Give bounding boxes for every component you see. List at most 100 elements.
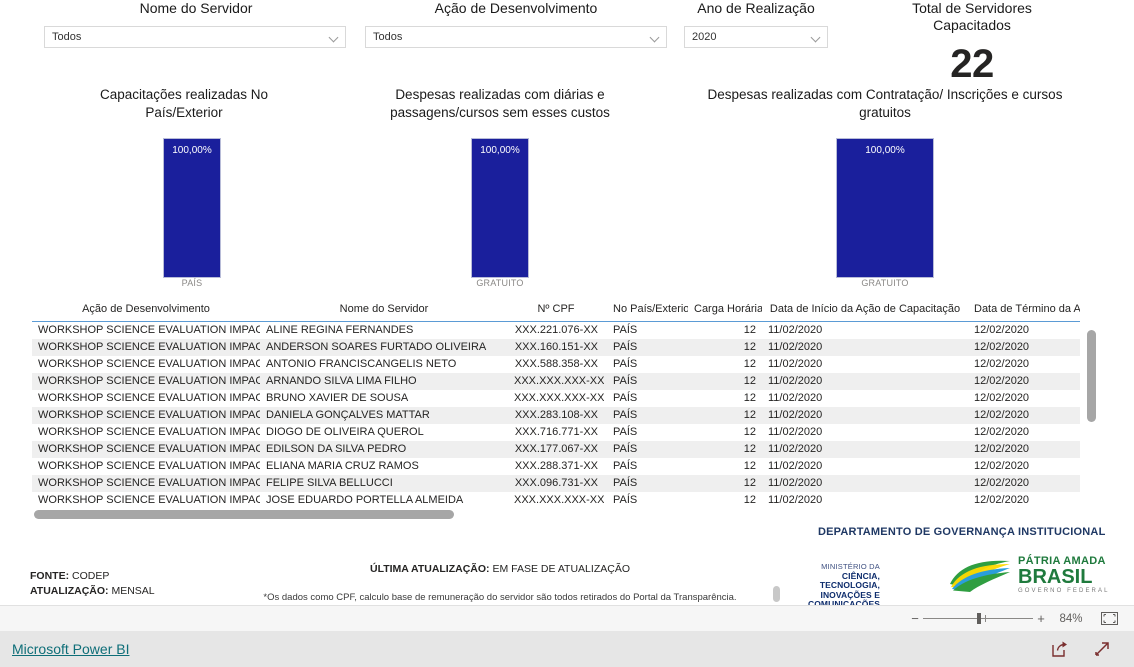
cell-data-termino: 12/02/2020 xyxy=(974,443,1030,455)
cell-data-termino: 12/02/2020 xyxy=(974,358,1030,370)
cell-acao-desenvolvimento: WORKSHOP SCIENCE EVALUATION IMPACT xyxy=(38,375,260,387)
cell-data-termino: 12/02/2020 xyxy=(974,375,1030,387)
cell-no-pais-exterior: PAÍS xyxy=(613,409,638,421)
cell-data-inicio: 11/02/2020 xyxy=(768,358,823,370)
cell-no-pais-exterior: PAÍS xyxy=(613,392,638,404)
zoom-out-button[interactable]: − xyxy=(907,611,923,626)
col-header-nome-servidor[interactable]: Nome do Servidor xyxy=(260,300,508,322)
cell-carga-horaria: 12 xyxy=(743,341,756,353)
slicer-nome-servidor[interactable]: Todos xyxy=(44,26,346,48)
chart-title: Despesas realizadas com Contratação/ Ins… xyxy=(686,86,1084,122)
share-icon[interactable] xyxy=(1050,639,1070,659)
footer-ultima-value: EM FASE DE ATUALIZAÇÃO xyxy=(492,563,630,575)
cell-nome-servidor: DIOGO DE OLIVEIRA QUEROL xyxy=(266,426,424,438)
cell-cpf: XXX.177.067-XX xyxy=(514,443,598,455)
table-vertical-scrollbar[interactable] xyxy=(1087,330,1096,422)
table-row[interactable]: WORKSHOP SCIENCE EVALUATION IMPACT ANTONI… xyxy=(32,356,1080,373)
kpi-value-total-servidores: 22 xyxy=(950,42,994,86)
fit-to-page-icon[interactable] xyxy=(1101,612,1118,625)
category-label-gratuito: GRATUITO xyxy=(476,278,524,288)
col-header-no-pais-exterior[interactable]: No País/Exterior xyxy=(604,300,688,322)
brazil-flag-svg xyxy=(948,556,1014,594)
col-header-carga-horaria[interactable]: Carga Horária xyxy=(688,300,762,322)
cell-acao-desenvolvimento: WORKSHOP SCIENCE EVALUATION IMPACT xyxy=(38,426,260,438)
table-row[interactable]: WORKSHOP SCIENCE EVALUATION IMPACT DIOGO … xyxy=(32,424,1080,441)
footer-atualizacao-label: ATUALIZAÇÃO: xyxy=(30,585,109,597)
cell-data-inicio: 11/02/2020 xyxy=(768,409,823,421)
kpi-title-line1: Total de Servidores xyxy=(912,0,1032,16)
microsoft-power-bi-link[interactable]: Microsoft Power BI xyxy=(12,641,129,657)
cell-nome-servidor: ARNANDO SILVA LIMA FILHO xyxy=(266,375,417,387)
table-row[interactable]: WORKSHOP SCIENCE EVALUATION IMPACT ANDERS… xyxy=(32,339,1080,356)
cell-carga-horaria: 12 xyxy=(743,375,756,387)
cell-acao-desenvolvimento: WORKSHOP SCIENCE EVALUATION IMPACT xyxy=(38,341,260,353)
cell-no-pais-exterior: PAÍS xyxy=(613,426,638,438)
bottom-bar-actions xyxy=(1050,639,1112,659)
bar-gratuito[interactable]: 100,00% xyxy=(471,138,529,278)
table-row[interactable]: WORKSHOP SCIENCE EVALUATION IMPACT EDILSO… xyxy=(32,441,1080,458)
slicer-acao-desenvolvimento[interactable]: Todos xyxy=(365,26,667,48)
fullscreen-icon[interactable] xyxy=(1092,639,1112,659)
cell-cpf: XXX.096.731-XX xyxy=(514,477,598,489)
table-row[interactable]: WORKSHOP SCIENCE EVALUATION IMPACT FELIPE… xyxy=(32,475,1080,492)
chart-capacitacoes-pais-exterior[interactable]: Capacitações realizadas No País/Exterior… xyxy=(55,86,313,288)
table-horizontal-scrollbar[interactable] xyxy=(34,510,454,519)
cell-nome-servidor: ALINE REGINA FERNANDES xyxy=(266,324,414,336)
cell-data-inicio: 11/02/2020 xyxy=(768,460,823,472)
table-header-row: Ação de Desenvolvimento Nome do Servidor… xyxy=(32,300,1080,322)
capacitacoes-table-visual[interactable]: Ação de Desenvolvimento Nome do Servidor… xyxy=(32,300,1098,522)
bar-pais[interactable]: 100,00% xyxy=(163,138,221,278)
cell-nome-servidor: BRUNO XAVIER DE SOUSA xyxy=(266,392,409,404)
cell-nome-servidor: EDILSON DA SILVA PEDRO xyxy=(266,443,407,455)
bar-gratuito[interactable]: 100,00% xyxy=(836,138,934,278)
chart-title: Despesas realizadas com diárias e passag… xyxy=(365,86,635,122)
col-header-cpf[interactable]: Nº CPF xyxy=(508,300,604,322)
cell-carga-horaria: 12 xyxy=(743,443,756,455)
kpi-title: Total de Servidores Capacitados xyxy=(880,0,1064,34)
zoom-slider-thumb[interactable] xyxy=(976,613,981,624)
table-row[interactable]: WORKSHOP SCIENCE EVALUATION IMPACT BRUNO … xyxy=(32,390,1080,407)
cell-nome-servidor: ELIANA MARIA CRUZ RAMOS xyxy=(266,460,419,472)
cell-data-termino: 12/02/2020 xyxy=(974,392,1030,404)
cell-acao-desenvolvimento: WORKSHOP SCIENCE EVALUATION IMPACT xyxy=(38,443,260,455)
plot-area: 100,00% GRATUITO xyxy=(686,130,1084,288)
cell-carga-horaria: 12 xyxy=(743,392,756,404)
cell-no-pais-exterior: PAÍS xyxy=(613,477,638,489)
chart-title-line1: Despesas realizadas com diárias e xyxy=(395,87,605,102)
table-row[interactable]: WORKSHOP SCIENCE EVALUATION IMPACT DANIEL… xyxy=(32,407,1080,424)
zoom-slider[interactable] xyxy=(923,613,1033,624)
chart-title-line2: gratuitos xyxy=(859,105,911,120)
chart-title-line2: País/Exterior xyxy=(145,105,223,120)
cell-data-inicio: 11/02/2020 xyxy=(768,443,823,455)
zoom-in-button[interactable]: + xyxy=(1033,611,1049,626)
footer-text-scrollbar[interactable] xyxy=(773,586,780,602)
cell-nome-servidor: FELIPE SILVA BELLUCCI xyxy=(266,477,393,489)
cell-carga-horaria: 12 xyxy=(743,409,756,421)
cell-no-pais-exterior: PAÍS xyxy=(613,494,638,506)
cell-data-inicio: 11/02/2020 xyxy=(768,494,823,506)
footer-atualizacao: ATUALIZAÇÃO: MENSAL xyxy=(30,585,155,597)
cell-data-termino: 12/02/2020 xyxy=(974,324,1030,336)
cell-cpf: XXX.588.358-XX xyxy=(514,358,598,370)
table-row[interactable]: WORKSHOP SCIENCE EVALUATION IMPACT ELIANA… xyxy=(32,458,1080,475)
category-label-pais: PAÍS xyxy=(181,278,203,288)
table-row[interactable]: WORKSHOP SCIENCE EVALUATION IMPACT JOSE E… xyxy=(32,492,1080,509)
footer-fonte-label: FONTE: xyxy=(30,570,70,582)
chart-title-line2: passagens/cursos sem esses custos xyxy=(390,105,610,120)
slicer-ano-realizacao[interactable]: 2020 xyxy=(684,26,828,48)
brasil-government-logo: PÁTRIA AMADA BRASIL GOVERNO FEDERAL xyxy=(948,556,1110,594)
cell-data-inicio: 11/02/2020 xyxy=(768,341,823,353)
cell-cpf: XXX.160.151-XX xyxy=(514,341,598,353)
cell-data-termino: 12/02/2020 xyxy=(974,426,1030,438)
cell-cpf: XXX.288.371-XX xyxy=(514,460,598,472)
chart-despesas-diarias-passagens[interactable]: Despesas realizadas com diárias e passag… xyxy=(365,86,635,288)
col-header-data-termino[interactable]: Data de Término da Açã xyxy=(968,300,1080,322)
col-header-data-inicio[interactable]: Data de Início da Ação de Capacitação xyxy=(762,300,968,322)
table-row[interactable]: WORKSHOP SCIENCE EVALUATION IMPACT ARNAND… xyxy=(32,373,1080,390)
chart-despesas-contratacao-inscricoes[interactable]: Despesas realizadas com Contratação/ Ins… xyxy=(686,86,1084,288)
col-header-acao-desenvolvimento[interactable]: Ação de Desenvolvimento xyxy=(32,300,260,322)
cell-carga-horaria: 12 xyxy=(743,494,756,506)
table-row[interactable]: WORKSHOP SCIENCE EVALUATION IMPACT ALINE … xyxy=(32,321,1080,339)
cell-data-inicio: 11/02/2020 xyxy=(768,324,823,336)
table-body: WORKSHOP SCIENCE EVALUATION IMPACT ALINE … xyxy=(32,321,1080,509)
